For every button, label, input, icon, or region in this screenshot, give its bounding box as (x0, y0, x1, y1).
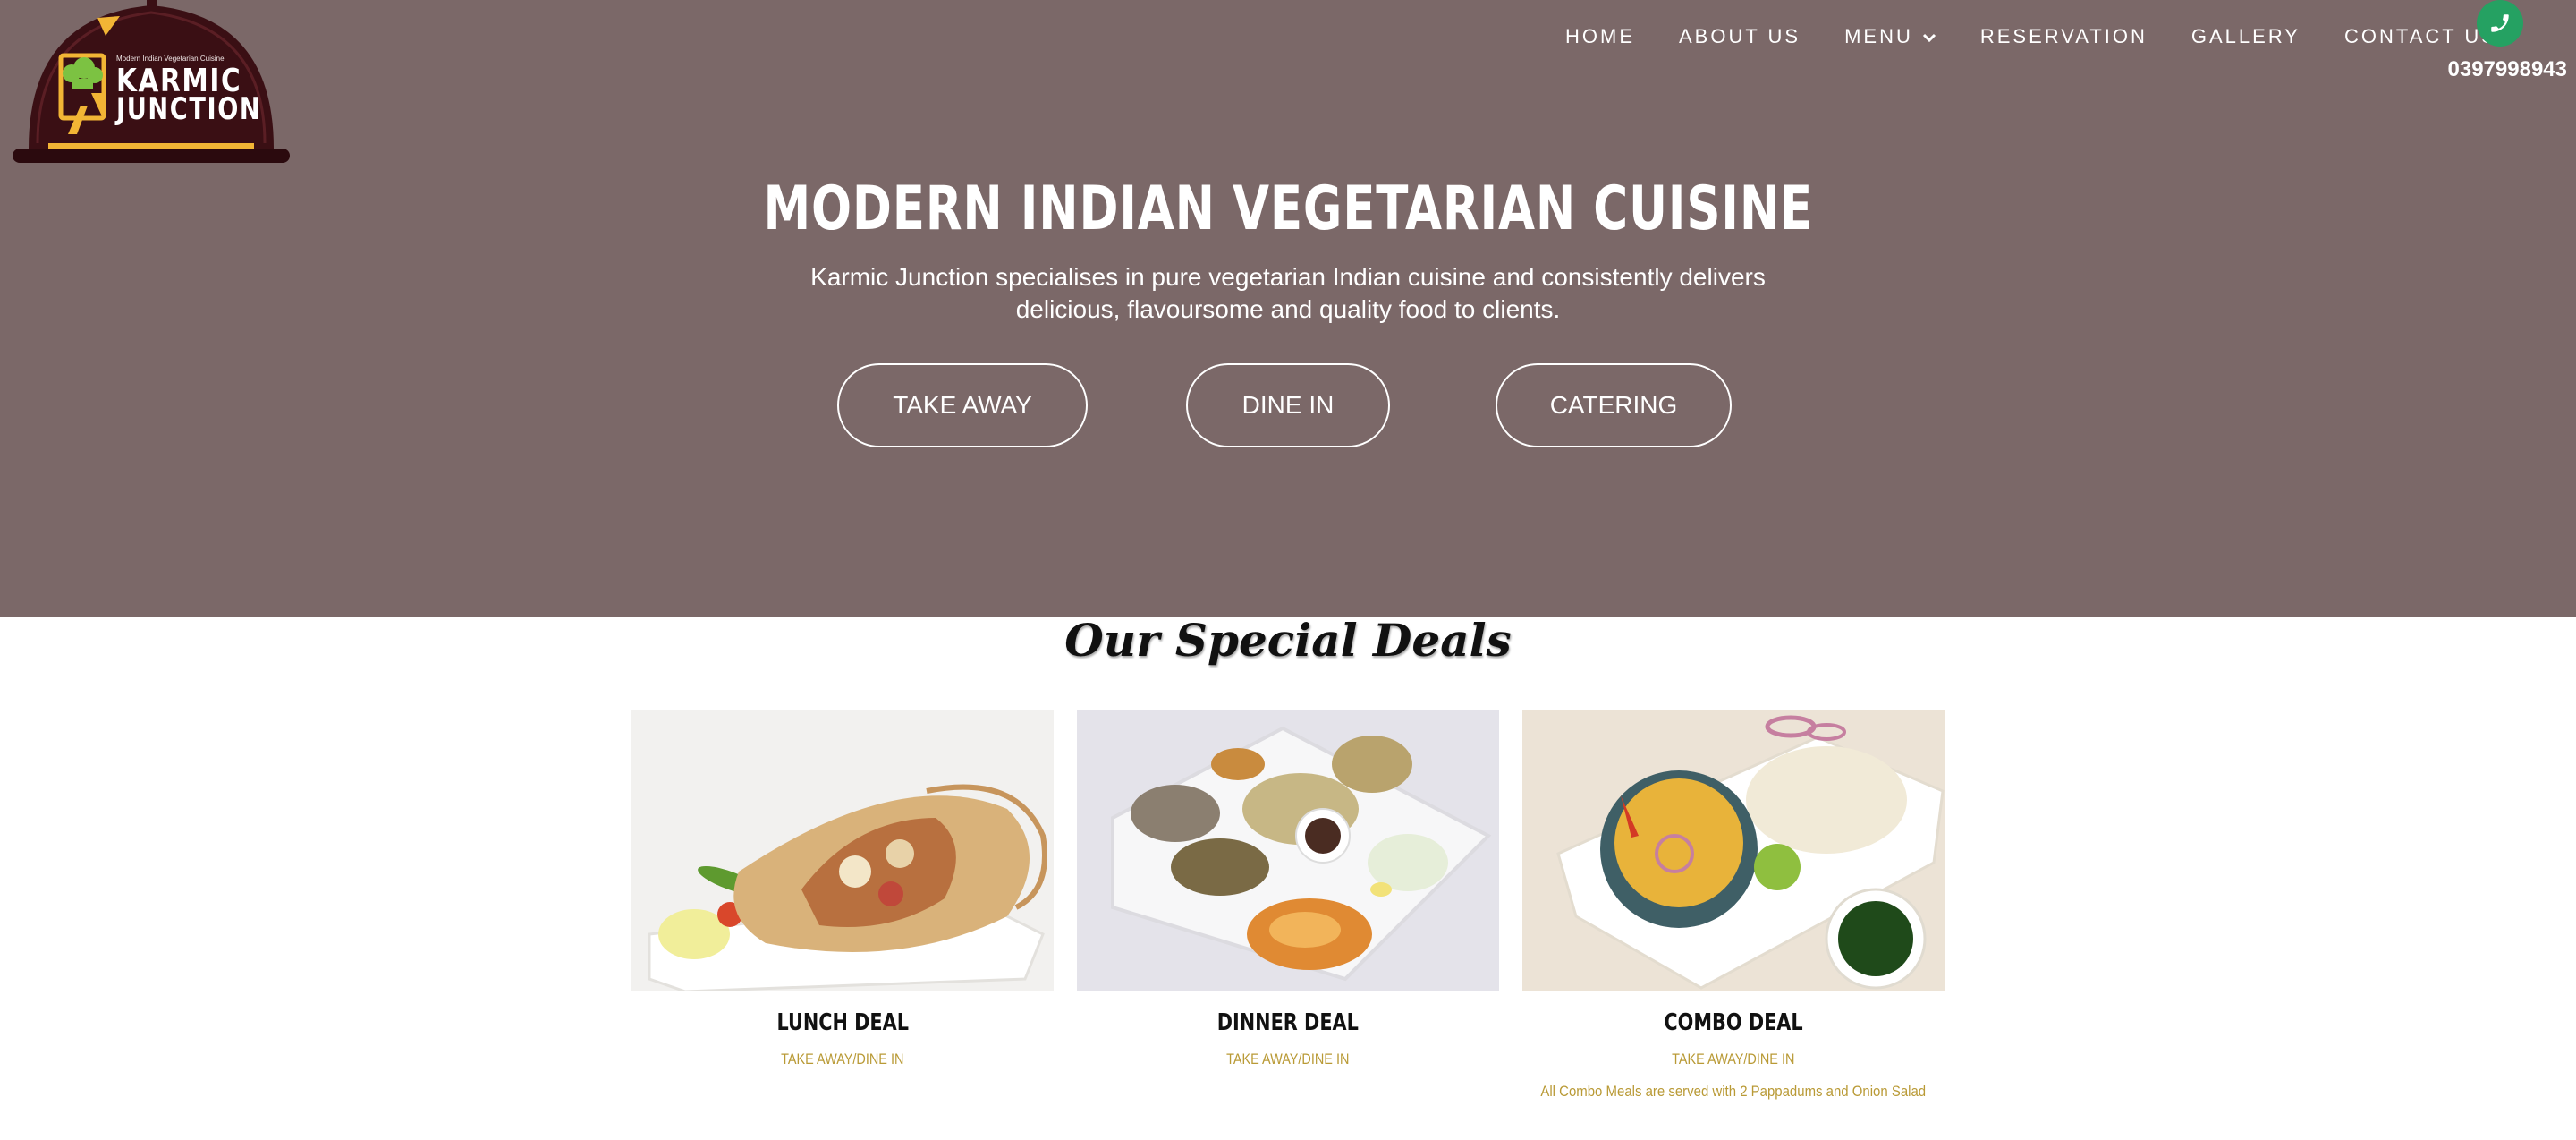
nav-item-reservation[interactable]: RESERVATION (1980, 23, 2148, 50)
deal-card-lunch[interactable]: LUNCH DEAL TAKE AWAY/DINE IN (631, 710, 1054, 1068)
deal-title-text: LUNCH DEAL (776, 1009, 909, 1036)
nav-item-label: HOME (1565, 25, 1635, 47)
hero-banner: Modern Indian Vegetarian Cuisine KARMIC … (0, 0, 2576, 617)
deal-card-dinner[interactable]: DINNER DEAL TAKE AWAY/DINE IN (1077, 710, 1499, 1068)
phone-call-button[interactable] (2477, 0, 2523, 47)
deal-type-text: TAKE AWAY/DINE IN (1226, 1051, 1350, 1068)
nav-item-home[interactable]: HOME (1565, 23, 1635, 50)
combo-deal-image[interactable] (1522, 710, 1945, 991)
deal-type-text: TAKE AWAY/DINE IN (781, 1051, 904, 1068)
nav-item-label: RESERVATION (1979, 25, 2148, 47)
nav-item-about-us[interactable]: ABOUT US (1679, 23, 1801, 50)
nav-item-label: GALLERY (2190, 25, 2301, 47)
logo-word-junction: JUNCTION (116, 91, 262, 127)
deal-card-combo[interactable]: COMBO DEAL TAKE AWAY/DINE IN All Combo M… (1522, 710, 1945, 1100)
deal-type: TAKE AWAY/DINE IN (1077, 1051, 1499, 1068)
nav-item-menu[interactable]: MENU (1844, 23, 1936, 50)
deal-note: All Combo Meals are served with 2 Pappad… (1487, 1083, 1980, 1101)
main-nav: HOME ABOUT US MENU RESERVATION GALLERY C… (1565, 23, 2541, 50)
phone-icon (2491, 14, 2509, 32)
nav-item-label: ABOUT US (1679, 25, 1801, 47)
deal-title: LUNCH DEAL (631, 1009, 1054, 1036)
hero-title: MODERN INDIAN VEGETARIAN CUISINE (0, 174, 2576, 244)
special-deals-heading: Our Special Deals (1064, 614, 1512, 667)
nav-item-gallery[interactable]: GALLERY (2191, 23, 2301, 50)
chevron-down-icon (1922, 25, 1936, 48)
logo-tagline: Modern Indian Vegetarian Cuisine (116, 55, 225, 63)
nav-item-contact-us[interactable]: CONTACT US (2344, 23, 2497, 50)
deal-type: TAKE AWAY/DINE IN (631, 1051, 1054, 1068)
dinner-deal-image[interactable] (1077, 710, 1499, 991)
take-away-button[interactable]: TAKE AWAY (837, 363, 1088, 447)
deal-title-text: DINNER DEAL (1216, 1009, 1360, 1036)
nav-item-label: CONTACT US (2344, 25, 2497, 47)
deal-note-text: All Combo Meals are served with 2 Pappad… (1540, 1083, 1927, 1100)
hero-subtitle: Karmic Junction specialises in pure vege… (810, 263, 1766, 323)
nav-item-label: MENU (1844, 25, 1913, 47)
deal-title: COMBO DEAL (1522, 1009, 1945, 1036)
phone-number[interactable]: 0397998943 (2415, 57, 2567, 82)
catering-button[interactable]: CATERING (1496, 363, 1732, 447)
deal-title: DINNER DEAL (1077, 1009, 1499, 1036)
site-logo[interactable]: Modern Indian Vegetarian Cuisine KARMIC … (13, 0, 290, 165)
deal-type-text: TAKE AWAY/DINE IN (1672, 1051, 1795, 1068)
hero-title-text: MODERN INDIAN VEGETARIAN CUISINE (763, 174, 1813, 244)
lunch-deal-image[interactable] (631, 710, 1054, 991)
deal-type: TAKE AWAY/DINE IN (1522, 1051, 1945, 1068)
deal-title-text: COMBO DEAL (1664, 1009, 1803, 1036)
dine-in-button[interactable]: DINE IN (1186, 363, 1390, 447)
